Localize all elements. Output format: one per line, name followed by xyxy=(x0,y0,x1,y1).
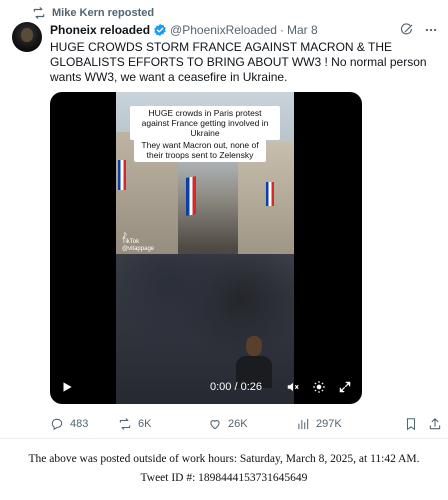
french-flag xyxy=(118,160,126,190)
french-flag xyxy=(186,176,196,216)
post-annotation: The above was posted outside of work hou… xyxy=(0,450,448,488)
repost-count: 6K xyxy=(138,418,152,430)
post-date[interactable]: Mar 8 xyxy=(287,23,318,37)
repost-button[interactable]: 6K xyxy=(118,417,208,431)
settings-gear-icon[interactable] xyxy=(312,380,326,394)
video-controls: 0:00 / 0:26 xyxy=(50,370,362,404)
tweet-text: HUGE CROWDS STORM FRANCE AGAINST MACRON … xyxy=(50,40,427,84)
video-caption-subtitle: They want Macron out, none of their troo… xyxy=(134,138,266,162)
display-name[interactable]: Phoneix reloaded xyxy=(50,23,150,37)
like-button[interactable]: 26K xyxy=(208,417,296,431)
tweet-action-bar: 483 6K 26K 297K xyxy=(50,417,442,431)
annotation-tweet-id: Tweet ID #: 1898444153731645649 xyxy=(140,472,308,484)
view-count: 297K xyxy=(316,418,342,430)
like-count: 26K xyxy=(228,418,248,430)
fullscreen-icon[interactable] xyxy=(338,380,352,394)
tiktok-brand: TikTok xyxy=(122,239,140,245)
more-options-icon[interactable] xyxy=(424,23,438,37)
verified-badge-icon xyxy=(153,23,167,37)
heart-icon xyxy=(210,420,220,430)
video-caption-headline: HUGE crowds in Paris protest against Fra… xyxy=(130,106,280,140)
french-flag xyxy=(266,182,274,206)
play-icon[interactable] xyxy=(60,380,74,394)
avatar[interactable] xyxy=(12,22,42,52)
tiktok-icon: ♪ xyxy=(122,229,128,241)
annotation-timestamp: The above was posted outside of work hou… xyxy=(28,453,420,465)
video-time: 0:00 / 0:26 xyxy=(210,381,262,393)
mute-icon[interactable] xyxy=(286,380,300,394)
reply-button[interactable]: 483 xyxy=(50,417,118,431)
separator-dot: · xyxy=(279,23,284,37)
grok-icon[interactable] xyxy=(400,23,414,37)
tiktok-handle: @vitappage xyxy=(122,246,155,252)
analytics-icon xyxy=(298,418,309,430)
tiktok-watermark: ♪ TikTok @vitappage xyxy=(122,229,155,253)
divider xyxy=(0,438,448,439)
reply-count: 483 xyxy=(70,418,89,430)
tweet-header: Phoneix reloaded @PhoenixReloaded · Mar … xyxy=(50,23,438,37)
bookmark-icon[interactable] xyxy=(404,417,418,431)
user-handle[interactable]: @PhoenixReloaded xyxy=(170,23,277,37)
repost-indicator[interactable]: Mike Kern reposted xyxy=(32,6,154,20)
video-frame: HUGE crowds in Paris protest against Fra… xyxy=(116,92,294,404)
repost-icon xyxy=(33,7,45,19)
reply-icon xyxy=(51,418,63,431)
repost-label: Mike Kern reposted xyxy=(52,7,155,19)
views-button[interactable]: 297K xyxy=(296,417,396,431)
repost-icon xyxy=(119,418,131,430)
video-player[interactable]: HUGE crowds in Paris protest against Fra… xyxy=(50,92,362,404)
share-icon[interactable] xyxy=(428,417,442,431)
